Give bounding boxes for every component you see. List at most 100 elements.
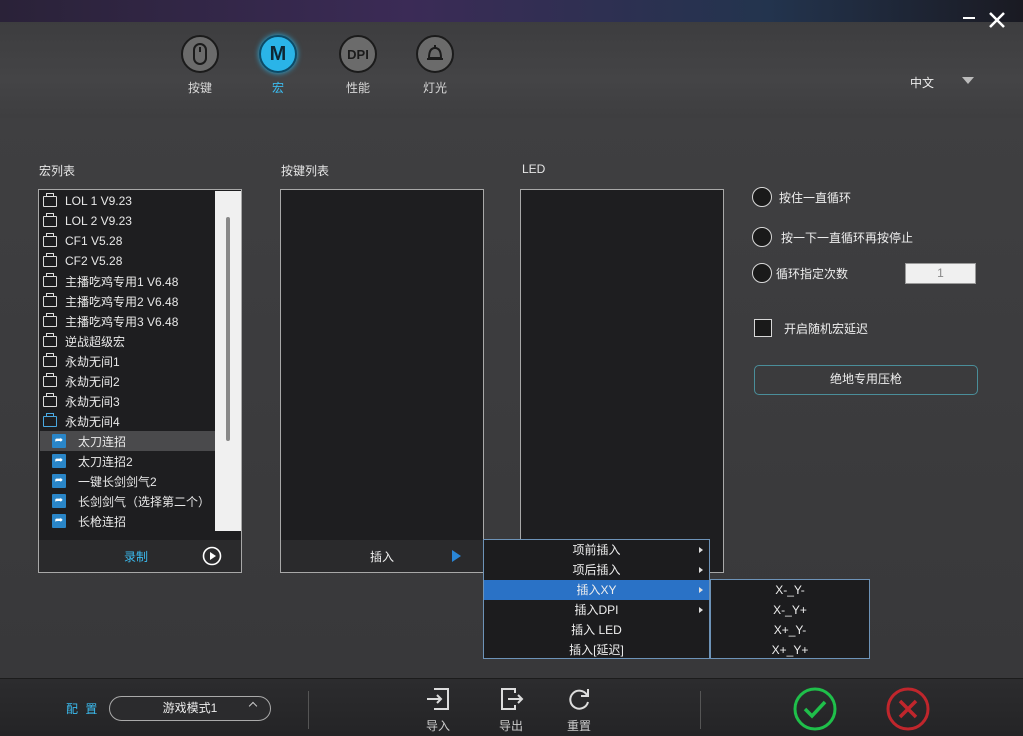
scrollbar-thumb[interactable]	[226, 217, 230, 441]
loop-toggle-label: 按一下一直循环再按停止	[781, 230, 914, 245]
loop-toggle-radio[interactable]	[752, 227, 772, 247]
macro-file-icon: ➦	[52, 474, 66, 488]
chevron-up-icon	[248, 701, 258, 711]
profile-select[interactable]: 游戏模式1	[109, 696, 271, 721]
menu-item-insert-delay[interactable]: 插入[延迟]	[484, 640, 709, 660]
reset-icon	[569, 689, 589, 710]
close-button[interactable]	[986, 10, 1008, 32]
list-item[interactable]: ➦ 长枪连招	[40, 511, 215, 531]
menu-item-xy[interactable]: X-_Y-	[711, 580, 869, 600]
menu-item-xy[interactable]: X+_Y-	[711, 620, 869, 640]
check-icon	[793, 687, 837, 731]
list-item[interactable]: 永劫无间1	[40, 351, 215, 371]
menu-item-insert-xy[interactable]: 插入XY	[484, 580, 709, 600]
loop-count-label: 循环指定次数	[776, 266, 849, 281]
key-list-panel[interactable]: 插入	[280, 189, 484, 573]
led-panel[interactable]	[520, 189, 724, 573]
list-item[interactable]: 永劫无间2	[40, 371, 215, 391]
loop-hold-label: 按住一直循环	[779, 190, 852, 205]
macro-file-icon: ➦	[52, 454, 66, 468]
play-right-icon[interactable]	[452, 550, 461, 562]
tab-lighting[interactable]: 灯光	[410, 35, 460, 96]
folder-icon	[43, 212, 57, 227]
tab-keys[interactable]: 按键	[175, 35, 225, 96]
key-list-footer: 插入	[281, 540, 483, 572]
menu-item-insert-before[interactable]: 项前插入	[484, 540, 709, 560]
list-item[interactable]: 主播吃鸡专用2 V6.48	[40, 291, 215, 311]
tab-performance[interactable]: DPI 性能	[333, 35, 383, 96]
list-item[interactable]: 永劫无间4	[40, 411, 215, 431]
macro-list-title: 宏列表	[39, 164, 76, 178]
chevron-down-icon[interactable]	[962, 77, 974, 84]
mouse-icon	[181, 35, 219, 73]
menu-item-insert-led[interactable]: 插入 LED	[484, 620, 709, 640]
macro-file-icon: ➦	[52, 434, 66, 448]
macro-list-footer: 录制	[39, 540, 241, 572]
folder-icon	[43, 332, 57, 347]
loop-toggle-option[interactable]: 按一下一直循环再按停止	[752, 227, 913, 247]
language-select[interactable]: 中文	[910, 74, 934, 91]
pubg-recoil-button[interactable]: 绝地专用压枪	[754, 365, 978, 395]
export-icon	[501, 688, 524, 710]
list-item[interactable]: 主播吃鸡专用3 V6.48	[40, 311, 215, 331]
tab-keys-label: 按键	[187, 81, 212, 95]
list-item[interactable]: 永劫无间3	[40, 391, 215, 411]
insert-context-menu: 项前插入 项后插入 插入XY 插入DPI 插入 LED 插入[延迟]	[483, 539, 710, 659]
list-item[interactable]: LOL 1 V9.23	[40, 191, 215, 211]
tab-macro[interactable]: M 宏	[253, 35, 303, 96]
macro-file-icon: ➦	[52, 494, 66, 508]
macro-list: LOL 1 V9.23 LOL 2 V9.23 CF1 V5.28 CF2 V5…	[40, 191, 215, 531]
folder-icon	[43, 232, 57, 247]
list-item[interactable]: LOL 2 V9.23	[40, 211, 215, 231]
reset-button[interactable]: 重置	[559, 685, 599, 734]
list-item[interactable]: ➦ 一键长剑剑气2	[40, 471, 215, 491]
list-item-selected[interactable]: ➦ 太刀连招	[40, 431, 215, 451]
macro-list-panel: LOL 1 V9.23 LOL 2 V9.23 CF1 V5.28 CF2 V5…	[38, 189, 242, 573]
minimize-icon	[963, 17, 975, 19]
folder-icon	[43, 372, 57, 387]
insert-button[interactable]: 插入	[370, 548, 394, 565]
random-delay-option[interactable]: 开启随机宏延迟	[754, 319, 868, 337]
tab-macro-label: 宏	[271, 81, 284, 95]
list-item[interactable]: ➦ 长剑剑气（选择第二个）	[40, 491, 215, 511]
play-icon[interactable]	[202, 546, 222, 569]
list-item[interactable]: ➦ 太刀连招2	[40, 451, 215, 471]
tab-performance-label: 性能	[345, 81, 370, 95]
submenu-arrow-icon	[699, 567, 703, 573]
loop-count-radio[interactable]	[752, 263, 772, 283]
import-icon	[427, 688, 449, 710]
loop-count-option[interactable]: 循环指定次数	[752, 263, 848, 283]
divider	[700, 691, 701, 729]
footer-bar: 配 置 游戏模式1 导入 导出 重置	[0, 678, 1023, 736]
menu-item-xy[interactable]: X+_Y+	[711, 640, 869, 660]
reset-label: 重置	[566, 719, 591, 733]
menu-item-insert-after[interactable]: 项后插入	[484, 560, 709, 580]
loop-hold-option[interactable]: 按住一直循环	[752, 187, 851, 207]
folder-icon	[43, 292, 57, 307]
macro-m-icon: M	[259, 35, 297, 73]
folder-icon	[43, 312, 57, 327]
submenu-arrow-icon	[699, 547, 703, 553]
cancel-button[interactable]	[886, 687, 930, 731]
record-button[interactable]: 录制	[124, 548, 148, 565]
loop-hold-radio[interactable]	[752, 187, 772, 207]
profile-select-value: 游戏模式1	[162, 701, 218, 715]
list-item[interactable]: CF1 V5.28	[40, 231, 215, 251]
export-label: 导出	[498, 719, 523, 733]
dpi-icon: DPI	[339, 35, 377, 73]
confirm-button[interactable]	[793, 687, 837, 731]
scrollbar[interactable]	[215, 191, 241, 531]
list-item[interactable]: 逆战超级宏	[40, 331, 215, 351]
list-item[interactable]: CF2 V5.28	[40, 251, 215, 271]
import-button[interactable]: 导入	[418, 685, 458, 734]
folder-icon	[43, 252, 57, 267]
list-item[interactable]: 主播吃鸡专用1 V6.48	[40, 271, 215, 291]
folder-icon	[43, 192, 57, 207]
title-bar	[0, 0, 1023, 22]
menu-item-xy[interactable]: X-_Y+	[711, 600, 869, 620]
random-delay-checkbox[interactable]	[754, 319, 772, 337]
menu-item-insert-dpi[interactable]: 插入DPI	[484, 600, 709, 620]
minimize-button[interactable]	[958, 8, 980, 30]
loop-count-input[interactable]: 1	[905, 263, 976, 284]
export-button[interactable]: 导出	[491, 685, 531, 734]
